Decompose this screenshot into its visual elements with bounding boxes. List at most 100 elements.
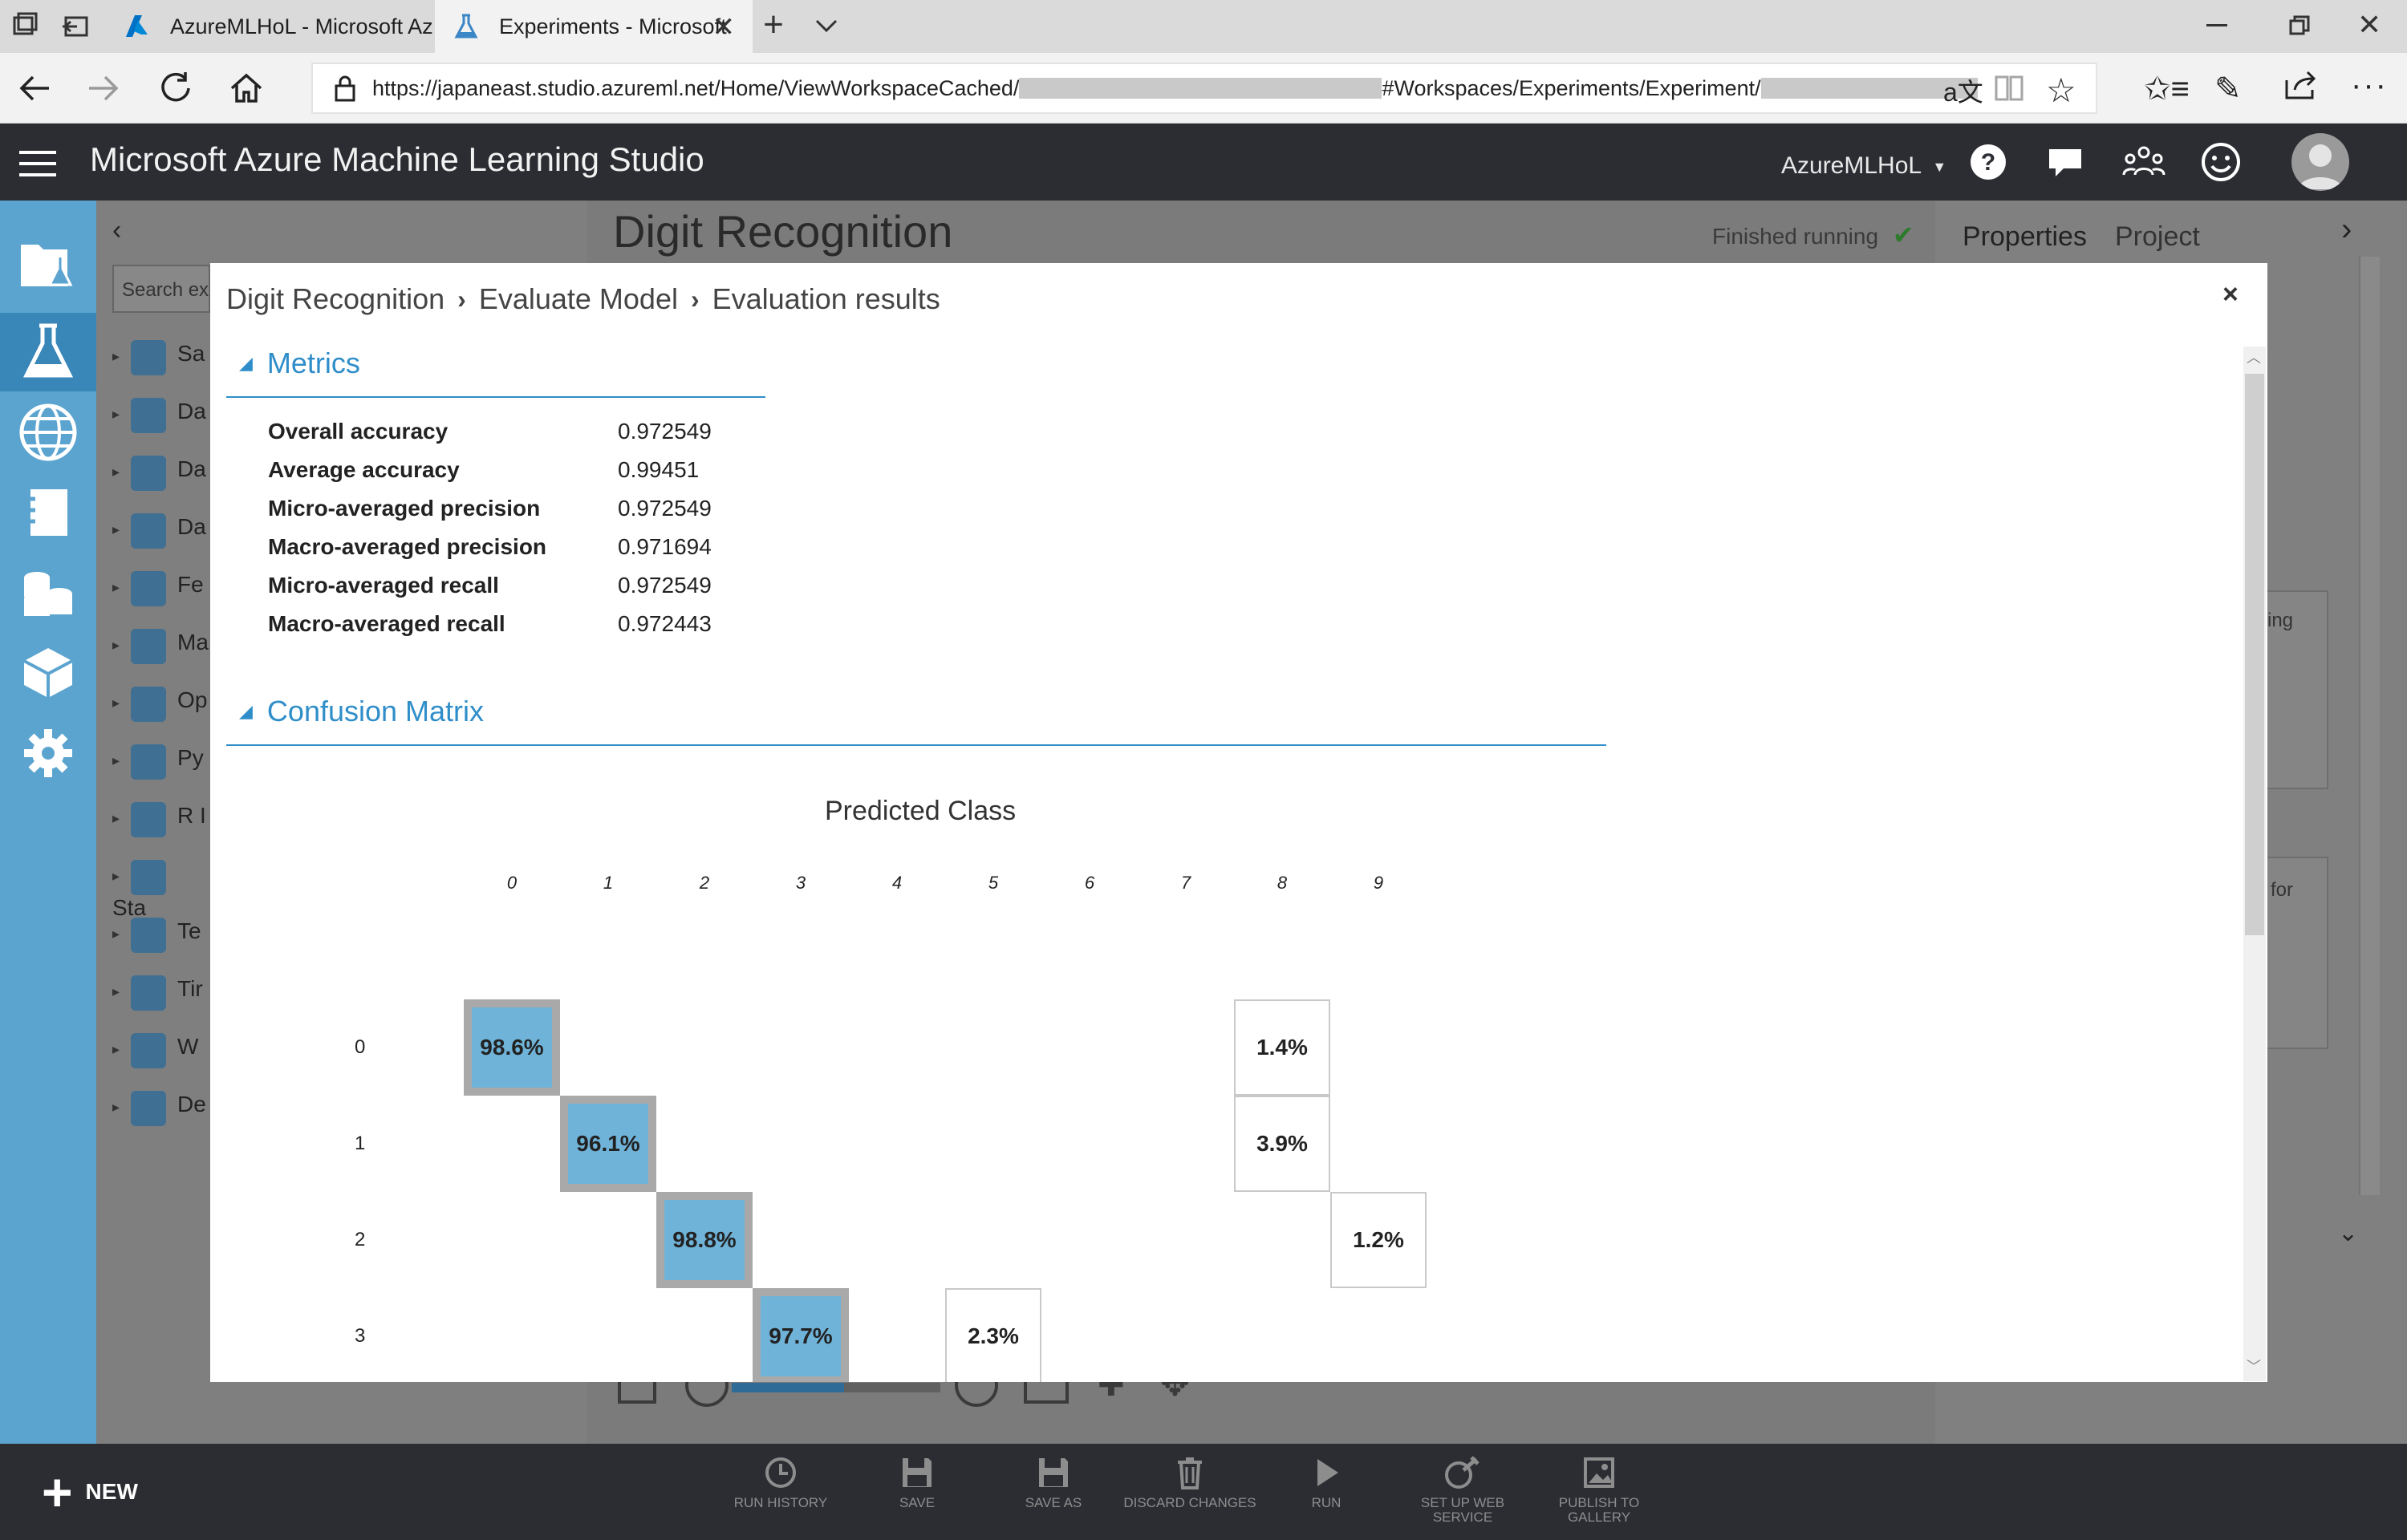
palette-search-input[interactable]: Search ex bbox=[112, 265, 210, 313]
back-icon[interactable] bbox=[0, 53, 69, 124]
close-icon[interactable]: × bbox=[2222, 279, 2239, 310]
expand-chevron-icon[interactable]: ⌄ bbox=[2338, 1219, 2358, 1247]
tab-manager-icon[interactable] bbox=[8, 11, 40, 42]
x-tick-label: 3 bbox=[795, 873, 806, 893]
palette-item-icon bbox=[131, 398, 167, 433]
palette-item-label: Op bbox=[177, 687, 208, 713]
home-icon[interactable] bbox=[212, 53, 281, 124]
pen-icon[interactable]: ✎ bbox=[2214, 71, 2242, 107]
matrix-cell-diagonal: 98.6% bbox=[464, 999, 560, 1096]
experiments-icon[interactable] bbox=[0, 313, 96, 391]
window-close-icon[interactable]: ✕ bbox=[2357, 8, 2381, 42]
save-as-button[interactable]: SAVE AS bbox=[985, 1456, 1122, 1510]
settings-gear-icon[interactable] bbox=[0, 714, 96, 792]
properties-scrollbar[interactable] bbox=[2359, 257, 2380, 1195]
palette-item-icon bbox=[131, 744, 167, 780]
palette-item[interactable]: ▸ Da bbox=[112, 398, 206, 433]
palette-item[interactable]: ▸ Da bbox=[112, 513, 206, 549]
tab-project[interactable]: Project bbox=[2115, 221, 2200, 253]
palette-item-icon bbox=[131, 571, 167, 606]
palette-item[interactable]: ▸ Te bbox=[112, 918, 201, 953]
matrix-cell: 2.3% bbox=[945, 1288, 1041, 1382]
refresh-icon[interactable] bbox=[141, 53, 210, 124]
palette-item-label: Da bbox=[177, 456, 206, 482]
palette-item[interactable]: ▸ Fe bbox=[112, 571, 204, 606]
tab-experiments[interactable]: Experiments - Microsoft ✕ bbox=[435, 0, 753, 53]
y-tick-label: 1 bbox=[355, 1133, 366, 1154]
palette-item[interactable]: ▸ Sta bbox=[112, 860, 209, 921]
favorites-hub-icon[interactable]: ✩≡ bbox=[2144, 71, 2190, 107]
modal-scrollbar[interactable]: ︿ ﹀ bbox=[2243, 346, 2266, 1381]
palette-item-icon bbox=[131, 687, 167, 722]
tab-properties[interactable]: Properties bbox=[1963, 221, 2087, 253]
caret-right-icon: ▸ bbox=[112, 810, 120, 827]
favorite-star-icon[interactable]: ☆ bbox=[2046, 71, 2076, 110]
tab-preview-chevron-icon[interactable] bbox=[812, 11, 841, 44]
scroll-down-arrow-icon[interactable]: ﹀ bbox=[2247, 1356, 2261, 1376]
feedback-icon[interactable] bbox=[2036, 133, 2094, 191]
properties-snippet: ing bbox=[2267, 610, 2294, 631]
caret-right-icon: ▸ bbox=[112, 752, 120, 769]
hamburger-menu-icon[interactable] bbox=[18, 149, 58, 182]
workspace-selector[interactable]: AzureMLHoL ▼ bbox=[1781, 152, 1946, 180]
gallery-icon bbox=[1584, 1457, 1614, 1488]
tab-azuremlhol[interactable]: AzureMLHoL - Microsoft Az bbox=[106, 0, 435, 53]
x-tick-label: 7 bbox=[1180, 873, 1191, 893]
palette-item-icon bbox=[131, 918, 167, 953]
help-icon[interactable]: ? bbox=[1959, 133, 2017, 191]
zoom-slider[interactable] bbox=[732, 1383, 940, 1392]
notebooks-icon[interactable] bbox=[0, 473, 96, 552]
caret-right-icon: ▸ bbox=[112, 926, 120, 942]
scroll-up-arrow-icon[interactable]: ︿ bbox=[2247, 346, 2261, 367]
publish-to-gallery-label: PUBLISH TO GALLERY bbox=[1558, 1495, 1640, 1525]
translate-icon[interactable]: a文 bbox=[1943, 72, 1983, 109]
run-button[interactable]: RUN bbox=[1258, 1456, 1394, 1510]
palette-item[interactable]: ▸ De bbox=[112, 1091, 206, 1126]
tab-label: Experiments - Microsoft bbox=[499, 14, 727, 38]
share-icon[interactable] bbox=[2283, 69, 2319, 105]
palette-item[interactable]: ▸ Tir bbox=[112, 975, 203, 1011]
x-tick-label: 4 bbox=[891, 873, 903, 893]
palette-item[interactable]: ▸ Ma bbox=[112, 629, 209, 664]
web-services-icon[interactable] bbox=[0, 393, 96, 472]
matrix-cell: 1.2% bbox=[1330, 1192, 1427, 1288]
plus-icon: + bbox=[42, 1462, 73, 1522]
avatar[interactable] bbox=[2291, 133, 2349, 191]
restore-icon[interactable] bbox=[2288, 14, 2311, 41]
collapse-properties-chevron-icon[interactable]: › bbox=[2341, 212, 2352, 248]
publish-to-gallery-button[interactable]: PUBLISH TO GALLERY bbox=[1531, 1456, 1667, 1525]
new-button[interactable]: + NEW bbox=[42, 1462, 138, 1522]
reading-view-icon[interactable] bbox=[1993, 74, 2025, 107]
close-tab-icon[interactable]: ✕ bbox=[712, 11, 736, 43]
palette-item[interactable]: ▸ W bbox=[112, 1033, 198, 1068]
caret-right-icon: ▸ bbox=[112, 983, 120, 1000]
datasets-icon[interactable] bbox=[0, 553, 96, 632]
url-field[interactable]: https://japaneast.studio.azureml.net/Hom… bbox=[311, 63, 2097, 114]
run-history-button[interactable]: RUN HISTORY bbox=[712, 1456, 849, 1510]
forward-icon[interactable] bbox=[69, 53, 138, 124]
projects-icon[interactable] bbox=[0, 225, 96, 303]
community-icon[interactable] bbox=[2115, 133, 2173, 191]
new-tab-icon[interactable]: + bbox=[757, 5, 789, 45]
smiley-icon[interactable] bbox=[2192, 133, 2250, 191]
trained-models-icon[interactable] bbox=[0, 634, 96, 712]
set-tabs-aside-icon[interactable] bbox=[61, 11, 93, 42]
palette-item[interactable]: ▸ Op bbox=[112, 687, 207, 722]
palette-item[interactable]: ▸ Sa bbox=[112, 340, 205, 375]
more-icon[interactable]: ··· bbox=[2351, 67, 2388, 103]
set-up-web-service-button[interactable]: SET UP WEB SERVICE bbox=[1394, 1456, 1531, 1525]
palette-item[interactable]: ▸ Da bbox=[112, 456, 206, 491]
palette-item[interactable]: ▸ Py bbox=[112, 744, 204, 780]
caret-right-icon: ▸ bbox=[112, 579, 120, 596]
save-button[interactable]: SAVE bbox=[849, 1456, 985, 1510]
discard-changes-button[interactable]: DISCARD CHANGES bbox=[1122, 1456, 1258, 1510]
trash-icon bbox=[1178, 1457, 1202, 1489]
palette-item[interactable]: ▸ R I bbox=[112, 802, 206, 837]
palette-item-icon bbox=[131, 1033, 167, 1068]
caret-right-icon: ▸ bbox=[112, 637, 120, 654]
scroll-thumb[interactable] bbox=[2245, 374, 2264, 935]
caret-right-icon: ▸ bbox=[112, 406, 120, 423]
matrix-cell: 3.9% bbox=[1234, 1096, 1330, 1192]
collapse-palette-chevron-icon[interactable]: ‹ bbox=[112, 215, 121, 246]
minimize-icon[interactable] bbox=[2206, 24, 2227, 26]
